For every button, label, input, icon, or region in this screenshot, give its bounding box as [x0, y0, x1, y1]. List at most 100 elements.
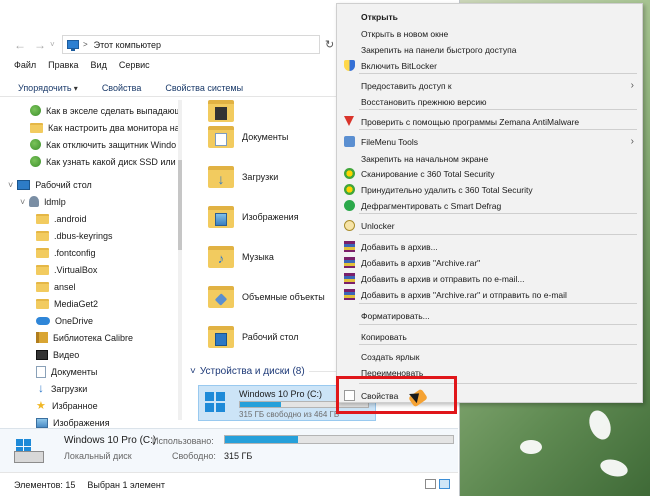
menu-separator	[359, 234, 637, 235]
folder-tile-images[interactable]: Изображения	[208, 206, 299, 228]
context-menu-item[interactable]: Создать ярлык	[337, 348, 642, 365]
drive-icon	[14, 439, 44, 463]
video-folder-icon	[208, 100, 234, 122]
context-menu-item-label: Создать ярлык	[361, 352, 420, 362]
submenu-arrow-icon: ›	[630, 80, 634, 91]
nav-recent-item[interactable]: Как узнать какой диск SSD или H	[30, 153, 182, 170]
music-folder-icon: ♪	[208, 246, 234, 268]
nav-library-item[interactable]: Документы	[36, 363, 97, 380]
context-menu-item[interactable]: Проверить с помощью программы Zemana Ant…	[337, 113, 642, 130]
details-usage-bar	[224, 435, 454, 444]
menu-tools[interactable]: Сервис	[119, 60, 150, 78]
folder-icon	[36, 264, 49, 275]
menu-edit[interactable]: Правка	[48, 60, 78, 78]
nav-scrollbar[interactable]	[178, 100, 182, 420]
context-menu-item-label: Добавить в архив "Archive.rar" и отправи…	[361, 290, 567, 300]
winrar-icon	[344, 241, 355, 252]
nav-folder-item[interactable]: .dbus-keyrings	[36, 227, 113, 244]
details-title: Windows 10 Pro (C:)	[64, 435, 157, 446]
nav-scrollbar-thumb[interactable]	[178, 160, 182, 250]
images-folder-icon	[208, 206, 234, 228]
context-menu-item[interactable]: Дефрагментировать с Smart Defrag	[337, 197, 642, 214]
up-arrow-icon[interactable]: ˅	[50, 40, 55, 49]
context-menu-item-label: Добавить в архив и отправить по e-mail..…	[361, 274, 525, 284]
details-type: Локальный диск	[64, 451, 132, 461]
forward-arrow-icon[interactable]: →	[34, 38, 46, 52]
context-menu-item[interactable]: Принудительно удалить с 360 Total Securi…	[337, 181, 642, 198]
downloads-icon: ↓	[38, 380, 44, 395]
nav-library-item[interactable]: Изображения	[36, 414, 110, 428]
context-menu-item[interactable]: Восстановить прежнюю версию	[337, 93, 642, 110]
context-menu-item[interactable]: Форматировать...	[337, 307, 642, 324]
context-menu-item-label: Добавить в архив...	[361, 242, 438, 252]
properties-button[interactable]: Свойства	[102, 83, 142, 93]
nav-recent-item[interactable]: Как в экселе сделать выпадающ	[30, 102, 182, 119]
folder-icon	[36, 298, 49, 309]
folder-tile-downloads[interactable]: ↓ Загрузки	[208, 166, 278, 188]
nav-onedrive[interactable]: OneDrive	[36, 312, 93, 329]
context-menu-item[interactable]: Добавить в архив "Archive.rar" и отправи…	[337, 286, 642, 303]
nav-folder-item[interactable]: .VirtualBox	[36, 261, 97, 278]
context-menu-item[interactable]: Добавить в архив...	[337, 238, 642, 255]
context-menu-item-label: Закрепить на начальном экране	[361, 154, 489, 164]
nav-desktop[interactable]: ˅ Рабочий стол	[8, 176, 92, 193]
context-menu-item[interactable]: Предоставить доступ к ›	[337, 77, 642, 94]
folder-tile-3d-objects[interactable]: Объемные объекты	[208, 286, 325, 308]
nav-library-item[interactable]: Видео	[36, 346, 79, 363]
context-menu-item[interactable]: Открыть в новом окне	[337, 25, 642, 42]
menu-file[interactable]: Файл	[14, 60, 36, 78]
folder-tile[interactable]	[208, 100, 242, 122]
context-menu-item[interactable]: Копировать	[337, 328, 642, 345]
refresh-icon[interactable]: ↻	[325, 38, 334, 51]
smart-defrag-icon	[344, 200, 355, 211]
context-menu-item[interactable]: Открыть	[337, 8, 642, 25]
context-menu-item[interactable]: Добавить в архив и отправить по e-mail..…	[337, 270, 642, 287]
zemana-icon	[344, 116, 354, 126]
organize-button[interactable]: Упорядочить	[18, 83, 78, 93]
nav-folder-item[interactable]: .fontconfig	[36, 244, 96, 261]
folder-tile-documents[interactable]: Документы	[208, 126, 288, 148]
nav-folder-item[interactable]: MediaGet2	[36, 295, 98, 312]
3d-objects-folder-icon	[208, 286, 234, 308]
address-bar[interactable]: > Этот компьютер	[62, 35, 320, 54]
bitlocker-shield-icon	[344, 60, 355, 71]
menu-view[interactable]: Вид	[91, 60, 107, 78]
view-switch	[425, 479, 450, 489]
nav-library-item[interactable]: Библиотека Calibre	[36, 329, 133, 346]
star-icon: ★	[36, 399, 46, 412]
highlight-frame	[336, 376, 457, 414]
tiles-view-icon[interactable]	[439, 479, 450, 489]
onedrive-cloud-icon	[36, 316, 50, 325]
folder-tile-desktop[interactable]: Рабочий стол	[208, 326, 299, 348]
documents-folder-icon	[208, 126, 234, 148]
context-menu-item[interactable]: Сканирование с 360 Total Security	[337, 165, 642, 182]
context-menu-item[interactable]: Включить BitLocker	[337, 57, 642, 74]
details-usage-fill	[225, 436, 298, 443]
nav-user-folder[interactable]: ˅ ldmlp	[20, 193, 66, 210]
context-menu-item-label: Предоставить доступ к	[361, 81, 452, 91]
folder-icon	[36, 213, 49, 224]
context-menu-item-label: Восстановить прежнюю версию	[361, 97, 487, 107]
winrar-icon	[344, 273, 355, 284]
context-menu-item[interactable]: Закрепить на панели быстрого доступа	[337, 41, 642, 58]
context-menu-item-label: Принудительно удалить с 360 Total Securi…	[361, 185, 533, 195]
context-menu-item[interactable]: FileMenu Tools ›	[337, 133, 642, 150]
folder-icon	[30, 122, 43, 133]
nav-recent-item[interactable]: Как отключить защитник Windo	[30, 136, 176, 153]
folder-icon	[36, 230, 49, 241]
360-security-icon	[344, 168, 355, 179]
context-menu-item-label: Unlocker	[361, 221, 395, 231]
context-menu-item-label: FileMenu Tools	[361, 137, 419, 147]
context-menu-item[interactable]: Unlocker	[337, 217, 642, 234]
nav-recent-item[interactable]: Как настроить два монитора на	[30, 119, 180, 136]
nav-folder-item[interactable]: .android	[36, 210, 87, 227]
nav-library-item[interactable]: ↓ Загрузки	[36, 380, 87, 397]
system-properties-button[interactable]: Свойства системы	[165, 83, 243, 93]
nav-folder-item[interactable]: ansel	[36, 278, 76, 295]
context-menu-item-label: Копировать	[361, 332, 407, 342]
details-view-icon[interactable]	[425, 479, 436, 489]
context-menu-item[interactable]: Добавить в архив "Archive.rar"	[337, 254, 642, 271]
folder-tile-music[interactable]: ♪ Музыка	[208, 246, 274, 268]
back-arrow-icon[interactable]: ←	[14, 38, 26, 52]
nav-library-item[interactable]: ★ Избранное	[36, 397, 98, 414]
